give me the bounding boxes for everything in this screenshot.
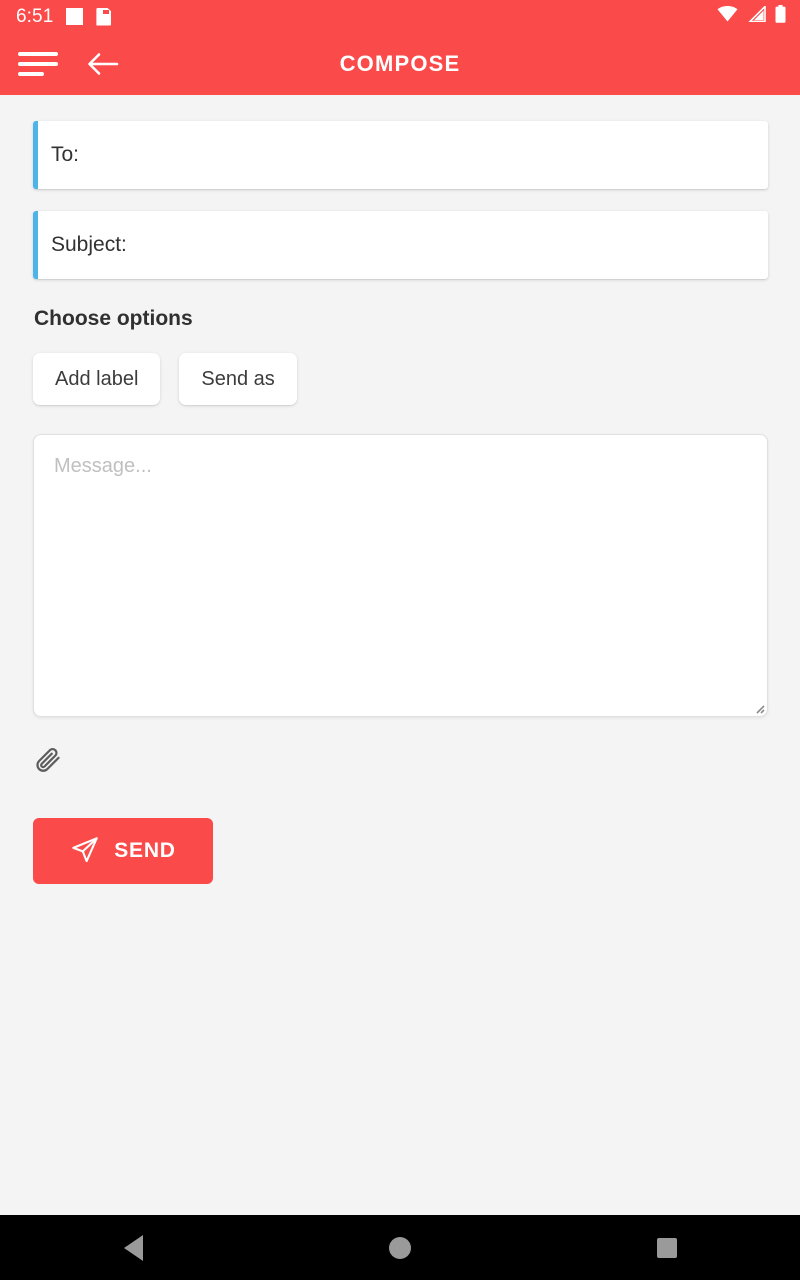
hamburger-line-1 xyxy=(18,52,58,56)
status-bar-right xyxy=(717,4,786,28)
cell-signal-icon xyxy=(747,4,766,27)
to-field-accent-bar xyxy=(33,121,38,189)
message-input[interactable] xyxy=(33,434,768,717)
to-field-label: To: xyxy=(51,143,80,166)
sd-card-icon xyxy=(96,7,112,26)
compose-screen: 6:51 COMPOSE To: Subject: Choose options… xyxy=(0,0,800,1280)
options-row: Add label Send as xyxy=(33,353,768,405)
hamburger-menu-icon[interactable] xyxy=(18,49,58,79)
hamburger-line-3 xyxy=(18,72,44,76)
send-paper-plane-icon xyxy=(70,836,100,867)
add-label-button[interactable]: Add label xyxy=(33,353,161,405)
subject-field-label: Subject: xyxy=(51,233,127,256)
white-square-icon xyxy=(66,8,84,25)
back-triangle-icon xyxy=(123,1234,143,1261)
send-button-label: SEND xyxy=(114,839,176,862)
wifi-icon xyxy=(717,6,738,27)
battery-icon xyxy=(775,5,786,28)
android-nav-bar xyxy=(0,1215,800,1280)
app-bar: COMPOSE xyxy=(0,33,800,95)
nav-back-button[interactable] xyxy=(73,1215,193,1280)
home-circle-icon xyxy=(388,1236,411,1259)
status-bar: 6:51 xyxy=(0,0,800,33)
recents-square-icon xyxy=(656,1237,677,1258)
subject-field-accent-bar xyxy=(33,211,38,279)
attachment-row xyxy=(33,739,768,779)
send-as-button[interactable]: Send as xyxy=(179,353,297,405)
nav-recents-button[interactable] xyxy=(607,1215,727,1280)
nav-home-button[interactable] xyxy=(340,1215,460,1280)
page-title: COMPOSE xyxy=(339,51,461,76)
status-bar-left: 6:51 xyxy=(16,6,112,27)
compose-form: To: Subject: Choose options Add label Se… xyxy=(0,95,800,1215)
subject-field[interactable]: Subject: xyxy=(33,211,768,279)
choose-options-title: Choose options xyxy=(34,307,193,330)
back-arrow-icon[interactable] xyxy=(86,47,120,81)
status-clock: 6:51 xyxy=(16,6,54,27)
paperclip-icon[interactable] xyxy=(31,742,65,776)
message-area-wrapper xyxy=(33,434,768,717)
hamburger-line-2 xyxy=(18,62,58,66)
send-button[interactable]: SEND xyxy=(33,818,213,884)
to-field[interactable]: To: xyxy=(33,121,768,189)
